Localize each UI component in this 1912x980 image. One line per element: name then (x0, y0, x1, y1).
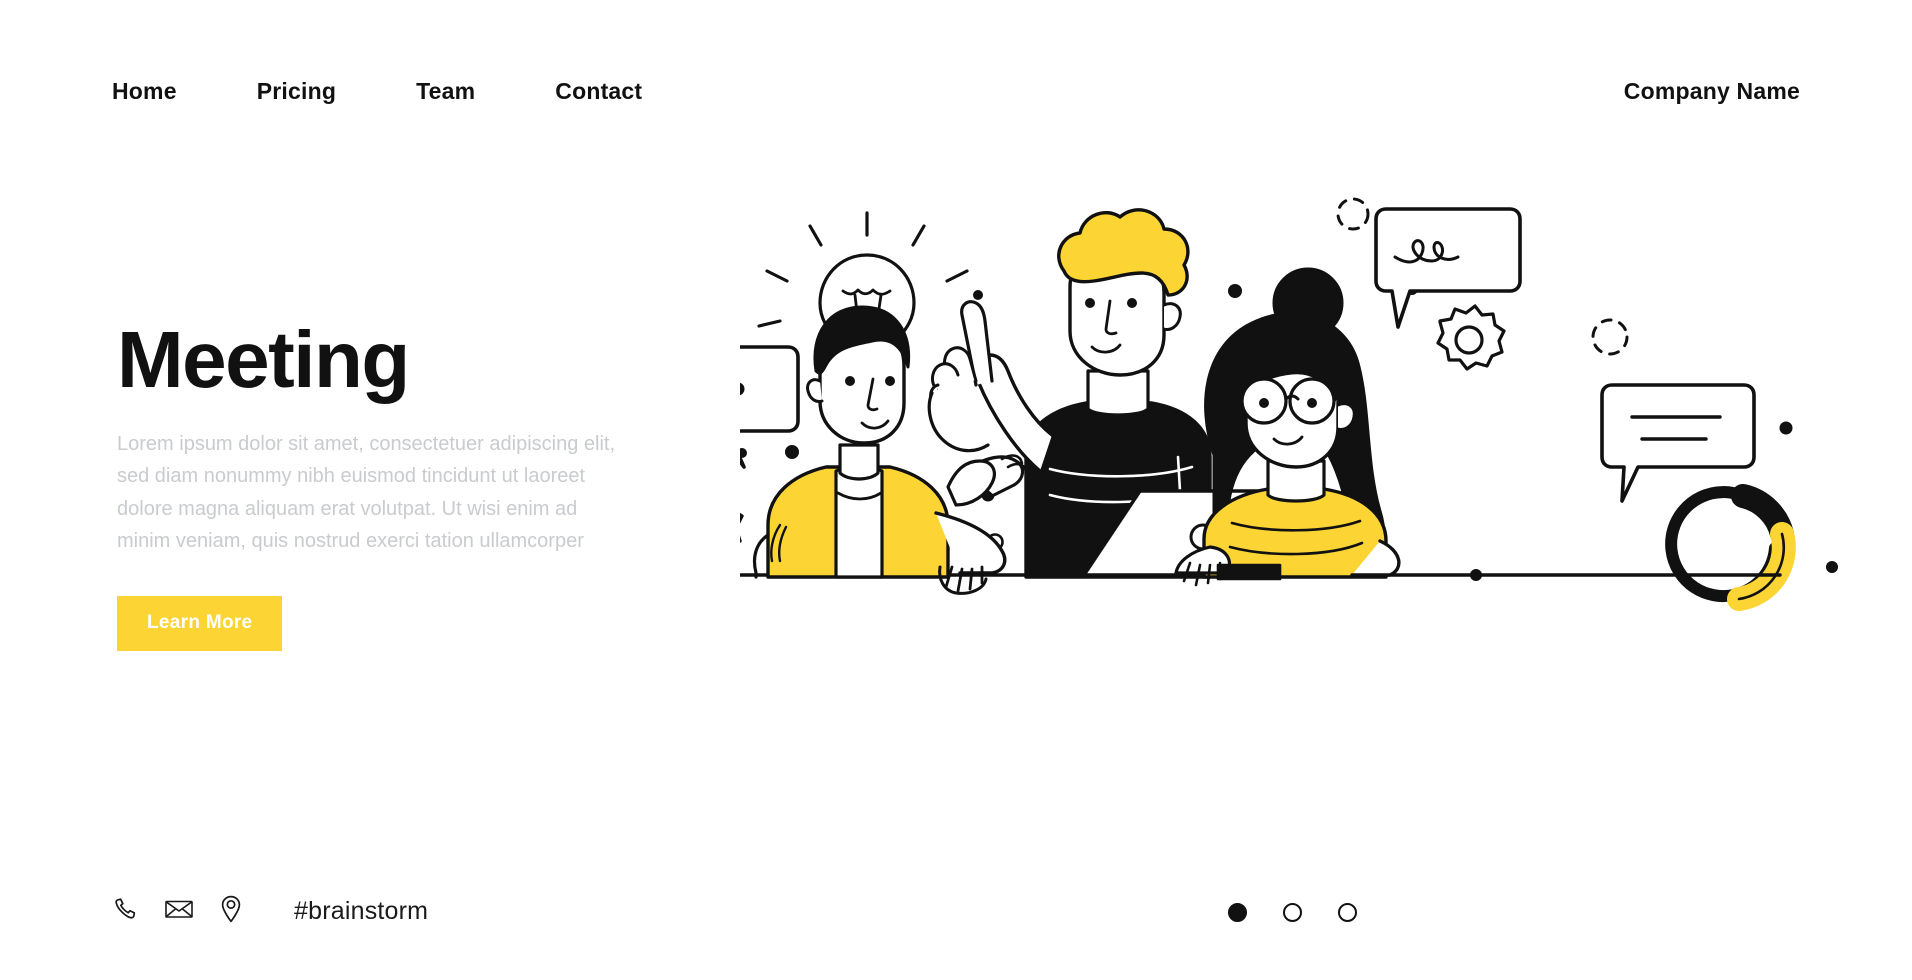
page-title: Meeting (117, 315, 410, 404)
hero-section: Meeting Lorem ipsum dolor sit amet, cons… (117, 315, 637, 651)
contact-bar: #brainstorm (112, 895, 428, 928)
carousel-dot-1[interactable] (1228, 903, 1247, 922)
carousel-dot-3[interactable] (1338, 903, 1357, 922)
nav-item-home[interactable]: Home (112, 78, 177, 105)
carousel-dot-2[interactable] (1283, 903, 1302, 922)
person-right-glasses-yellow-sweater (1174, 267, 1401, 587)
carousel-dots (1228, 903, 1357, 922)
main-navigation: Home Pricing Team Contact (112, 78, 642, 105)
gear-icon-outline (1436, 304, 1506, 371)
landing-page: Home Pricing Team Contact Company Name M… (0, 0, 1912, 980)
hashtag-label: #brainstorm (294, 897, 429, 925)
nav-item-contact[interactable]: Contact (555, 78, 642, 105)
hero-description: Lorem ipsum dolor sit amet, consectetuer… (117, 433, 616, 553)
gear-icon-yellow (740, 512, 744, 543)
speech-bubble-scribble (1374, 207, 1522, 329)
speech-bubble-lines (1600, 383, 1756, 503)
envelope-icon[interactable] (164, 896, 194, 927)
learn-more-button[interactable]: Learn More (117, 595, 283, 651)
donut-chart-icon (1665, 484, 1796, 611)
location-pin-icon[interactable] (220, 895, 242, 928)
team-meeting-illustration (740, 195, 1850, 735)
nav-item-pricing[interactable]: Pricing (257, 78, 336, 105)
nav-item-team[interactable]: Team (416, 78, 475, 105)
site-header: Home Pricing Team Contact Company Name (0, 0, 1912, 150)
phone-icon[interactable] (112, 896, 138, 927)
brand-logo-text[interactable]: Company Name (1624, 78, 1800, 105)
